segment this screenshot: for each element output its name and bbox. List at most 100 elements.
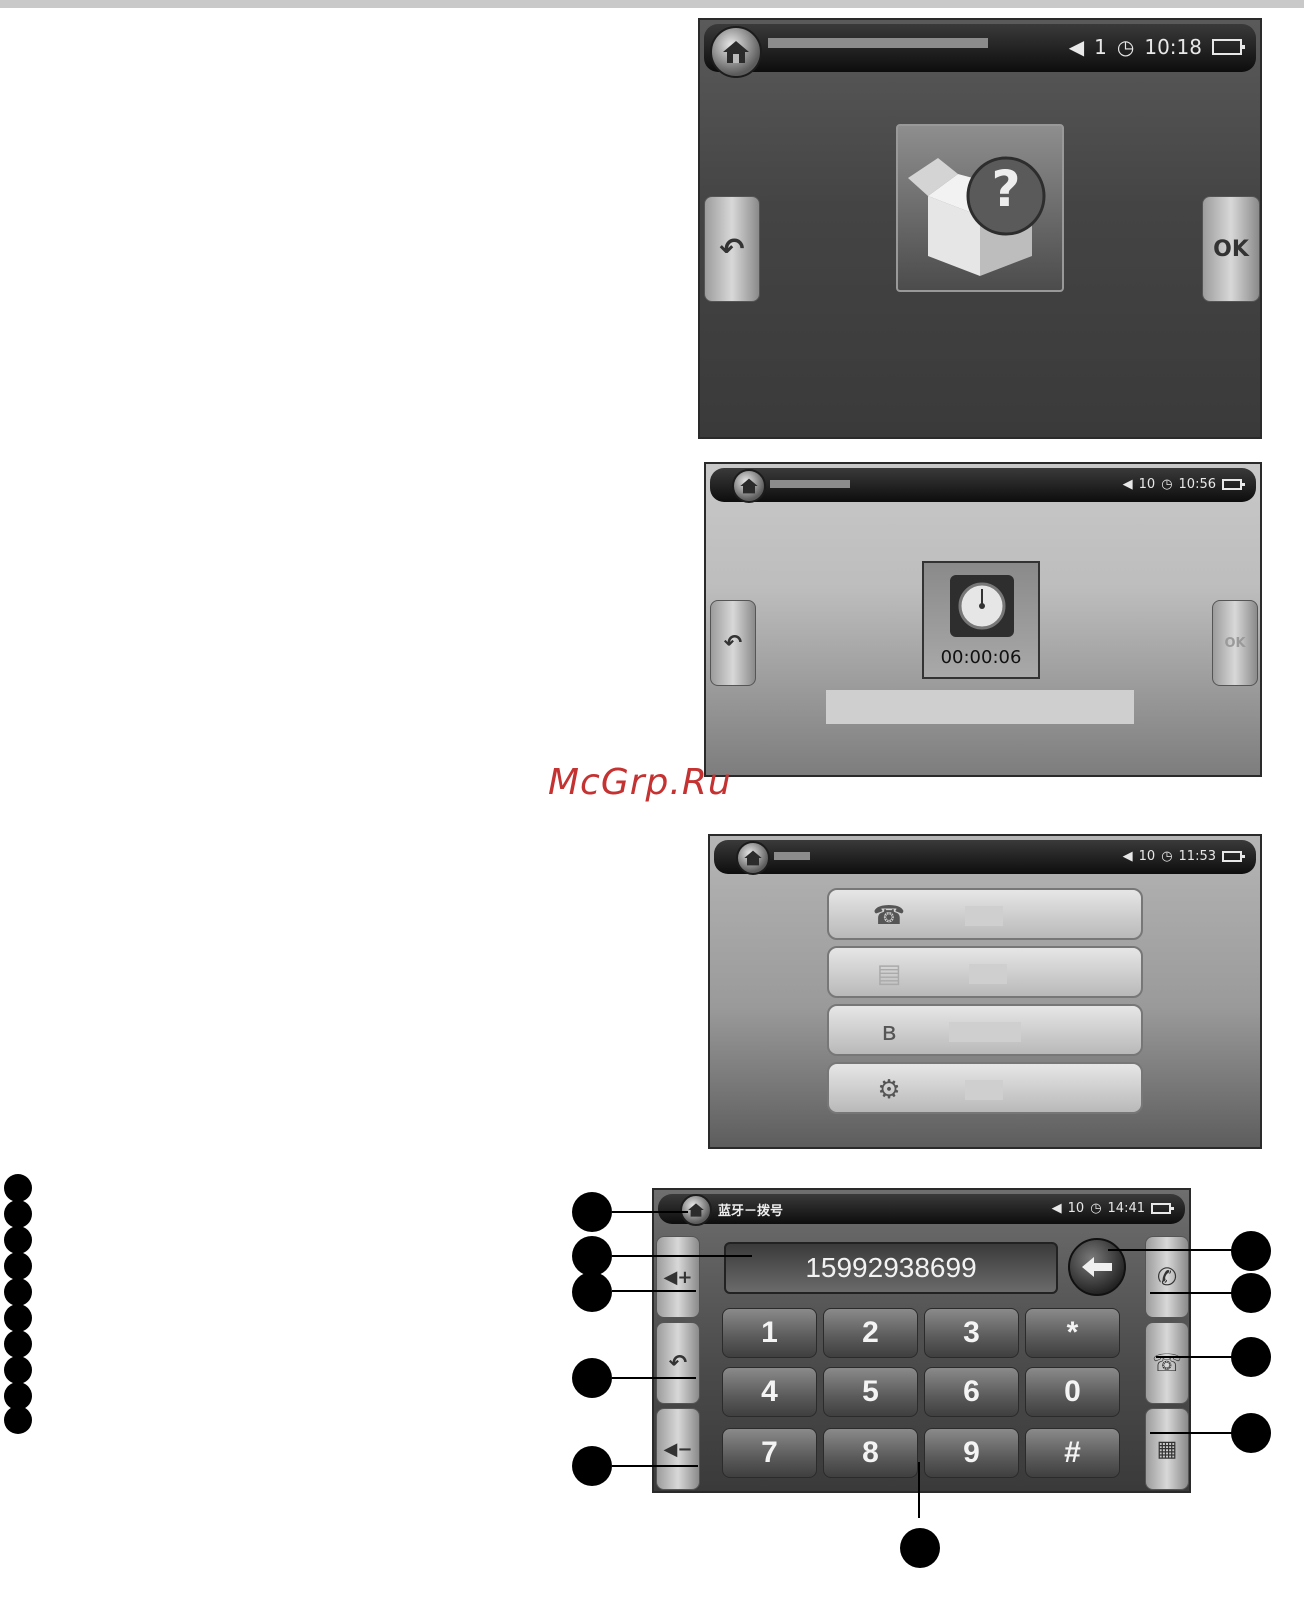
home-icon xyxy=(740,478,758,494)
number-display[interactable]: 15992938699 xyxy=(724,1242,1058,1294)
home-icon xyxy=(744,850,762,866)
home-button[interactable] xyxy=(732,469,766,503)
callout-marker xyxy=(572,1272,612,1312)
menu-label-placeholder xyxy=(965,1080,1003,1100)
key-label: 2 xyxy=(862,1316,879,1349)
ok-button[interactable]: OK xyxy=(1212,600,1258,686)
key-label: # xyxy=(1064,1436,1081,1469)
back-button[interactable]: ↶ xyxy=(704,196,760,302)
title-placeholder xyxy=(768,38,988,48)
record-icon: ▤ xyxy=(876,959,902,989)
leader-line xyxy=(612,1377,696,1379)
speaker-icon: ◀ xyxy=(1068,35,1085,59)
legend-bullet xyxy=(4,1406,32,1434)
key-1[interactable]: 1 xyxy=(722,1308,817,1358)
screen-timer: ◀ 10 ◷ 10:56 ↶ OK 00:00:06 xyxy=(704,462,1262,777)
undo-arrow-icon: ↶ xyxy=(668,1350,688,1376)
home-button[interactable] xyxy=(736,841,770,875)
key-2[interactable]: 2 xyxy=(823,1308,918,1358)
status-message-placeholder xyxy=(826,690,1134,724)
ok-button[interactable]: OK xyxy=(1202,196,1260,302)
leader-line xyxy=(612,1255,752,1257)
key-5[interactable]: 5 xyxy=(823,1367,918,1417)
status-bar: 蓝牙－拨号 ◀ 10 ◷ 14:41 xyxy=(658,1194,1185,1226)
keypad-toggle-button[interactable]: ▦ xyxy=(1145,1408,1189,1490)
menu-item-settings[interactable]: ⚙ xyxy=(827,1062,1143,1114)
key-label: * xyxy=(1066,1316,1079,1349)
clock-icon: ◷ xyxy=(1161,849,1173,864)
question-box-icon xyxy=(908,156,1046,276)
key-hash[interactable]: # xyxy=(1025,1428,1120,1478)
volume-level: 10 xyxy=(1067,1201,1085,1216)
key-label: 1 xyxy=(761,1316,778,1349)
key-label: 7 xyxy=(761,1436,778,1469)
volume-down-icon: ◀− xyxy=(663,1438,693,1460)
speaker-icon: ◀ xyxy=(1122,849,1133,864)
dial-icon-frame xyxy=(950,575,1014,637)
leader-line xyxy=(1108,1249,1232,1251)
key-4[interactable]: 4 xyxy=(722,1367,817,1417)
phone-hangup-icon: ☏ xyxy=(1151,1349,1182,1377)
clock-time: 11:53 xyxy=(1178,849,1216,864)
watermark: McGrp.Ru xyxy=(548,762,732,803)
phone-icon: ☎ xyxy=(872,901,906,931)
back-button[interactable]: ↶ xyxy=(656,1322,700,1404)
speaker-icon: ◀ xyxy=(1122,477,1133,492)
speaker-icon: ◀ xyxy=(1051,1201,1062,1216)
key-7[interactable]: 7 xyxy=(722,1428,817,1478)
callout-marker xyxy=(1231,1413,1271,1453)
status-bar: ◀ 1 ◷ 10:18 xyxy=(704,24,1256,78)
back-button[interactable]: ↶ xyxy=(710,600,756,686)
screen-title: 蓝牙－拨号 xyxy=(718,1204,784,1219)
question-mark: ? xyxy=(991,160,1021,218)
clock-time: 14:41 xyxy=(1107,1201,1145,1216)
status-bar: ◀ 10 ◷ 10:56 xyxy=(710,468,1256,503)
menu-item-dial[interactable]: ☎ xyxy=(827,888,1143,940)
page-top-rule xyxy=(0,0,1304,8)
leader-line xyxy=(612,1290,696,1292)
volume-level: 1 xyxy=(1094,35,1107,59)
key-8[interactable]: 8 xyxy=(823,1428,918,1478)
volume-down-button[interactable]: ◀− xyxy=(656,1408,700,1490)
ok-label: OK xyxy=(1213,236,1249,262)
key-label: 0 xyxy=(1064,1375,1081,1408)
key-0[interactable]: 0 xyxy=(1025,1367,1120,1417)
volume-up-button[interactable]: ◀+ xyxy=(656,1236,700,1318)
menu-item-history[interactable]: ▤ xyxy=(827,946,1143,998)
backspace-button[interactable] xyxy=(1068,1238,1126,1296)
key-label: 4 xyxy=(761,1375,778,1408)
key-6[interactable]: 6 xyxy=(924,1367,1019,1417)
battery-icon xyxy=(1222,851,1245,862)
menu-item-pairing[interactable]: ʙ xyxy=(827,1004,1143,1056)
leader-line xyxy=(1150,1432,1232,1434)
battery-icon xyxy=(1151,1203,1174,1214)
key-star[interactable]: * xyxy=(1025,1308,1120,1358)
screen-unknown-device: ◀ 1 ◷ 10:18 ↶ OK ? xyxy=(698,18,1262,439)
status-bar: ◀ 10 ◷ 11:53 xyxy=(714,840,1256,875)
clock-icon: ◷ xyxy=(1161,477,1173,492)
status-info: ◀ 10 ◷ 14:41 xyxy=(1051,1201,1174,1216)
callout-marker xyxy=(1231,1231,1271,1271)
home-button[interactable] xyxy=(680,1194,712,1226)
callout-marker xyxy=(572,1358,612,1398)
key-label: 8 xyxy=(862,1436,879,1469)
leader-line xyxy=(1150,1292,1232,1294)
leader-line xyxy=(1156,1356,1232,1358)
hangup-button[interactable]: ☏ xyxy=(1145,1322,1189,1404)
key-label: 3 xyxy=(963,1316,980,1349)
legend-bullet xyxy=(4,1252,32,1280)
callout-marker xyxy=(1231,1273,1271,1313)
screen-bluetooth-menu: ◀ 10 ◷ 11:53 ☎ ▤ ʙ ⚙ xyxy=(708,834,1262,1149)
status-info: ◀ 10 ◷ 11:53 xyxy=(1122,849,1245,864)
clock-time: 10:56 xyxy=(1178,477,1216,492)
key-3[interactable]: 3 xyxy=(924,1308,1019,1358)
legend-bullet xyxy=(4,1200,32,1228)
volume-level: 10 xyxy=(1138,849,1156,864)
home-button[interactable] xyxy=(710,26,762,78)
question-box-tile: ? xyxy=(896,124,1064,292)
legend-bullet xyxy=(4,1174,32,1202)
key-label: 5 xyxy=(862,1375,879,1408)
volume-up-icon: ◀+ xyxy=(663,1266,693,1288)
phone-pickup-icon: ✆ xyxy=(1156,1263,1178,1291)
key-9[interactable]: 9 xyxy=(924,1428,1019,1478)
